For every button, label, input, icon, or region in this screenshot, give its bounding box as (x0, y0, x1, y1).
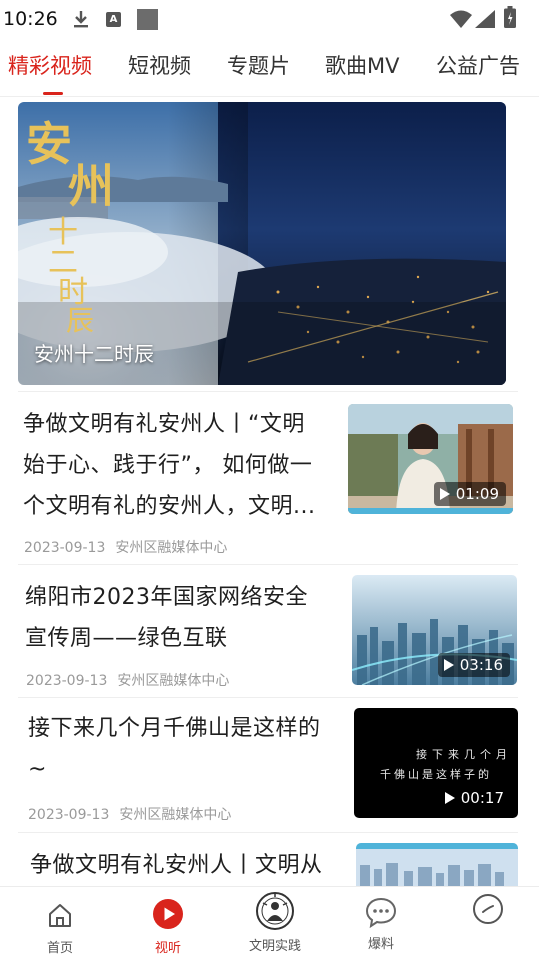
civilization-emblem-icon (256, 892, 294, 930)
thumb-text-line: 千佛山是这样子的 (380, 767, 492, 781)
item-title: 绵阳市2023年国家网络安全 宣传周——绿色互联 (25, 577, 335, 659)
video-thumbnail[interactable]: 接下来几个月 千佛山是这样子的 00:17 (354, 708, 518, 818)
item-title-line: 争做文明有礼安州人丨“文明 (23, 412, 305, 437)
hero-art-title-char-1: 安 (26, 117, 72, 171)
hero-video-banner[interactable]: 安 州 十 二 时 辰 安州十二时辰 (18, 102, 506, 385)
item-meta: 2023-09-13 安州区融媒体中心 (26, 670, 229, 690)
play-icon (444, 792, 455, 804)
signal-icon (475, 10, 495, 28)
item-title-line: 绵阳市2023年国家网络安全 (25, 585, 308, 610)
play-icon (439, 488, 450, 500)
play-icon (443, 659, 454, 671)
bottom-navigation: 首页 视听 文明实践 爆料 (0, 886, 539, 959)
wifi-icon (450, 10, 472, 28)
home-icon (49, 904, 71, 927)
item-date: 2023-09-13 (26, 673, 108, 689)
item-title: 争做文明有礼安州人丨“文明 始于心、践于行”， 如何做一 个文明有礼的安州人，文… (23, 404, 328, 527)
item-meta: 2023-09-13 安州区融媒体中心 (24, 537, 227, 557)
chat-bubble-icon (365, 897, 397, 929)
nav-label: 首页 (46, 941, 73, 956)
hero-caption: 安州十二时辰 (34, 342, 154, 366)
download-icon (74, 11, 88, 28)
hero-art-sub-char-4: 辰 (66, 304, 94, 334)
tab-feature-films[interactable]: 专题片 (227, 50, 290, 80)
item-meta: 2023-09-13 安州区融媒体中心 (28, 804, 231, 824)
tab-music-mv[interactable]: 歌曲MV (325, 50, 399, 80)
video-duration: 00:17 (438, 786, 511, 810)
hero-calligraphy-title: 安 州 十 二 时 辰 (26, 117, 114, 334)
item-title: 争做文明有礼安州人丨文明从 (30, 845, 345, 886)
list-item[interactable]: 争做文明有礼安州人丨文明从 (0, 833, 539, 886)
item-source: 安州区融媒体中心 (115, 540, 228, 556)
video-thumbnail[interactable] (356, 843, 518, 886)
tab-public-ads[interactable]: 公益广告 (436, 50, 520, 80)
list-item[interactable]: 绵阳市2023年国家网络安全 宣传周——绿色互联 2023-09-13 安州区融媒… (0, 565, 539, 697)
video-thumbnail[interactable]: 03:16 (352, 575, 517, 685)
list-item[interactable]: 接下来几个月千佛山是这样的 ~ 2023-09-13 安州区融媒体中心 接下来几个… (0, 698, 539, 832)
status-bar: 10:26 A (0, 0, 539, 38)
nav-tip-off[interactable]: 爆料 (331, 887, 431, 959)
a-notification-icon: A (106, 12, 121, 27)
list-item[interactable]: 争做文明有礼安州人丨“文明 始于心、践于行”， 如何做一 个文明有礼的安州人，文… (0, 392, 539, 564)
tab-short-videos[interactable]: 短视频 (128, 50, 191, 80)
item-title-line: 宣传周——绿色互联 (25, 626, 228, 651)
battery-icon (504, 6, 516, 28)
item-source: 安州区融媒体中心 (117, 673, 230, 689)
square-notification-icon (137, 9, 158, 30)
nav-audio-video[interactable]: 视听 (118, 887, 218, 959)
item-title-line: 争做文明有礼安州人丨文明从 (30, 853, 323, 878)
status-time: 10:26 (3, 8, 58, 30)
hero-art-title-char-2: 州 (68, 159, 114, 213)
profile-circle-icon (473, 894, 503, 924)
item-date: 2023-09-13 (24, 540, 106, 556)
nav-profile[interactable] (438, 887, 538, 959)
item-title-line: ~ (28, 757, 47, 782)
active-tab-indicator (43, 92, 63, 95)
nav-label: 爆料 (367, 937, 394, 952)
item-title-line: 始于心、践于行”， 如何做一 (23, 453, 313, 478)
tabs-divider (0, 96, 539, 97)
nav-civilization-practice[interactable]: 文明实践 (225, 887, 325, 959)
category-tabs: 精彩视频 短视频 专题片 歌曲MV 公益广告 (0, 40, 539, 96)
item-date: 2023-09-13 (28, 807, 110, 823)
thumbnail-image (356, 843, 518, 886)
video-duration: 01:09 (433, 482, 506, 506)
nav-label: 视听 (154, 941, 181, 956)
item-title-line: 个文明有礼的安州人，文明... (23, 494, 316, 519)
item-source: 安州区融媒体中心 (119, 807, 232, 823)
nav-home[interactable]: 首页 (10, 887, 110, 959)
thumb-text-line: 接下来几个月 (416, 748, 512, 761)
item-title: 接下来几个月千佛山是这样的 ~ (28, 708, 343, 790)
play-circle-icon (153, 899, 183, 929)
nav-label: 文明实践 (248, 939, 301, 954)
item-title-line: 接下来几个月千佛山是这样的 (28, 716, 321, 741)
tab-featured-videos[interactable]: 精彩视频 (8, 50, 92, 80)
video-duration: 03:16 (437, 653, 510, 677)
video-thumbnail[interactable]: 01:09 (348, 404, 513, 514)
